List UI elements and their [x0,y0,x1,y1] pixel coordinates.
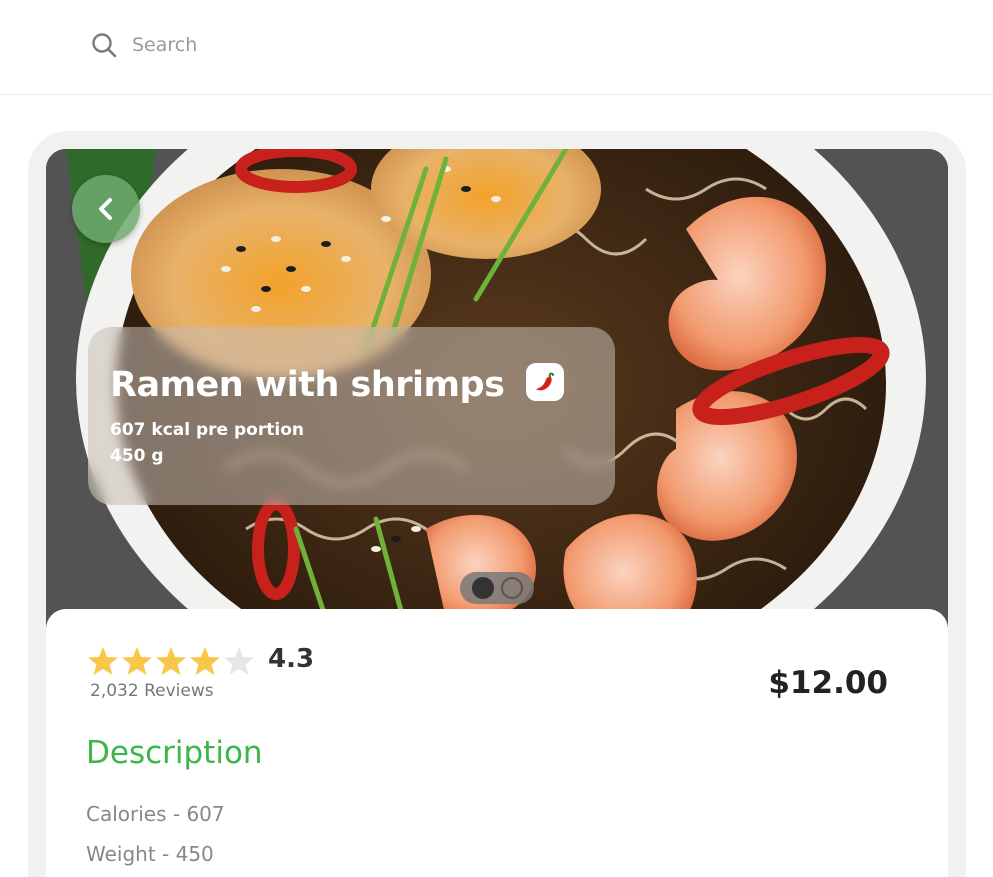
star-filled-icon [156,647,186,675]
search-input[interactable] [132,34,432,56]
search-icon [92,33,117,58]
chevron-left-icon [99,198,112,220]
spicy-badge [526,363,564,401]
top-bar [0,0,993,95]
search-bar[interactable] [90,30,490,60]
reviews-count[interactable]: 2,032 Reviews [90,681,214,701]
chili-pepper-icon [536,372,554,391]
star-filled-icon [122,647,152,675]
carousel-indicator [460,572,534,604]
rating-stars [86,645,256,677]
star-filled-icon [190,647,220,675]
back-button[interactable] [72,175,140,243]
portion-weight: 450 g [110,446,164,466]
star-empty-icon [224,647,254,675]
description-heading: Description [86,735,263,771]
details-panel: 4.3 2,032 Reviews $12.00 Description Cal… [46,609,948,877]
dish-title: Ramen with shrimps [110,365,505,405]
kcal-per-portion: 607 kcal pre portion [110,420,304,440]
calories-fact: Calories - 607 [86,802,225,826]
dish-info-overlay: Ramen with shrimps 607 kcal pre portion … [88,327,615,505]
price: $12.00 [768,665,888,701]
carousel-dot-active[interactable] [471,577,494,599]
rating-value: 4.3 [268,644,315,674]
star-filled-icon [88,647,118,675]
carousel-dot[interactable] [500,577,523,599]
weight-fact: Weight - 450 [86,842,214,866]
